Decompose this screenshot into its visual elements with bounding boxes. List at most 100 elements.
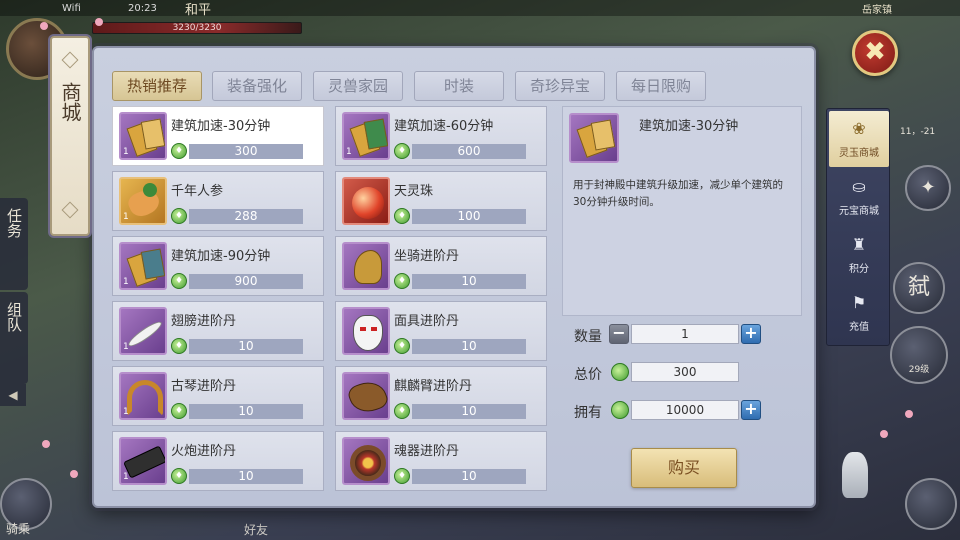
item-name: 麒麟臂进阶丹 [394, 379, 473, 394]
item-name: 魂器进阶丹 [394, 444, 460, 459]
blossom-decoration [40, 22, 48, 30]
tab-treasures[interactable]: 奇珍异宝 [515, 71, 605, 101]
quantity-label: 数量 [574, 329, 602, 345]
shop-item[interactable]: 1 翅膀进阶丹 ♦ 10 [112, 301, 324, 361]
hp-bar: 3230/3230 [92, 22, 302, 34]
blossom-decoration [880, 430, 888, 438]
blossom-decoration [905, 410, 913, 418]
attack-button[interactable] [905, 478, 957, 530]
item-price: 10 [412, 339, 526, 354]
item-price: 10 [412, 404, 526, 419]
jade-coin-icon: ♦ [394, 273, 410, 289]
total-price-label: 总价 [574, 367, 602, 383]
shop-item[interactable]: 天灵珠 ♦ 100 [335, 171, 547, 231]
blossom-decoration [70, 470, 78, 478]
tab-pet-home[interactable]: 灵兽家园 [313, 71, 403, 101]
increase-quantity-button[interactable]: + [741, 324, 761, 344]
item-name: 建筑加速-30分钟 [171, 119, 271, 134]
item-price: 10 [412, 469, 526, 484]
item-name: 建筑加速-90分钟 [171, 249, 271, 264]
item-name: 翅膀进阶丹 [171, 314, 237, 329]
team-tab[interactable]: 组队 [0, 292, 28, 384]
mount-label: 骑乘 [6, 522, 31, 536]
pk-mode-label[interactable]: 和平 [185, 0, 211, 18]
side-tab-label: 灵玉商城 [839, 148, 879, 159]
shuriken-skill-icon[interactable]: ✦ [905, 165, 951, 211]
shop-title-scroll: 商城 [50, 36, 90, 236]
blossom-decoration [42, 440, 50, 448]
side-tab-ingot-shop[interactable]: ⛀ 元宝商城 [829, 169, 889, 225]
jade-coin-icon [611, 401, 629, 419]
feather-icon: 1 [119, 307, 167, 355]
shop-item[interactable]: 面具进阶丹 ♦ 10 [335, 301, 547, 361]
item-name: 建筑加速-60分钟 [394, 119, 494, 134]
item-price: 10 [189, 404, 303, 419]
jade-icon: ❀ [852, 119, 866, 138]
owned-value: 10000 [631, 400, 739, 420]
horse-icon [342, 242, 390, 290]
status-bar: Wifi 20:23 和平 岳家镇 [0, 0, 960, 18]
shop-item[interactable]: 魂器进阶丹 ♦ 10 [335, 431, 547, 491]
jade-coin-icon: ♦ [394, 403, 410, 419]
side-tab-recharge[interactable]: ⚑ 充值 [829, 285, 889, 341]
jade-coin-icon: ♦ [171, 468, 187, 484]
task-tab[interactable]: 任务 [0, 198, 28, 290]
lock-level-label: 29级 [908, 365, 930, 375]
close-button[interactable]: ✖ [852, 30, 898, 76]
tab-equip-enhance[interactable]: 装备强化 [212, 71, 302, 101]
detail-description: 用于封神殿中建筑升级加速，减少单个建筑的30分钟升级时间。 [573, 179, 783, 208]
shop-item[interactable]: 1 千年人参 ♦ 288 [112, 171, 324, 231]
vase-decoration [842, 452, 868, 498]
blossom-decoration [95, 18, 103, 26]
item-price: 10 [189, 339, 303, 354]
points-bag-icon: ♜ [851, 235, 867, 254]
jade-coin-icon: ♦ [171, 143, 187, 159]
quantity-input[interactable]: 1 [631, 324, 739, 344]
item-detail-panel: 建筑加速-30分钟 用于封神殿中建筑升级加速，减少单个建筑的30分钟升级时间。 [562, 106, 802, 316]
collapse-arrow-icon[interactable]: ◀ [0, 384, 26, 406]
shop-title: 商城 [58, 82, 82, 122]
item-price: 100 [412, 209, 526, 224]
tab-daily-limited[interactable]: 每日限购 [616, 71, 706, 101]
task-tab-label: 任务 [5, 208, 23, 238]
shop-item[interactable]: 1 古琴进阶丹 ♦ 10 [112, 366, 324, 426]
total-price-value: 300 [631, 362, 739, 382]
jade-coin-icon: ♦ [394, 338, 410, 354]
scroll-icon [569, 113, 619, 163]
shop-item[interactable]: 1 建筑加速-30分钟 ♦ 300 [112, 106, 324, 166]
side-tab-points[interactable]: ♜ 积分 [829, 227, 889, 283]
friend-label[interactable]: 好友 [244, 521, 268, 538]
side-tab-label: 积分 [849, 264, 869, 275]
buy-button[interactable]: 购买 [631, 448, 737, 488]
tab-fashion[interactable]: 时装 [414, 71, 504, 101]
kill-button[interactable]: 弑 [893, 262, 945, 314]
ginseng-icon: 1 [119, 177, 167, 225]
item-price: 288 [189, 209, 303, 224]
scroll-icon: 1 [119, 112, 167, 160]
decrease-quantity-button[interactable]: − [609, 324, 629, 344]
ingot-icon: ⛀ [852, 177, 866, 196]
shop-item[interactable]: 麒麟臂进阶丹 ♦ 10 [335, 366, 547, 426]
item-price: 900 [189, 274, 303, 289]
shop-item[interactable]: 坐骑进阶丹 ♦ 10 [335, 236, 547, 296]
item-price: 600 [412, 144, 526, 159]
diamond-ornament-icon [61, 201, 79, 219]
shop-item[interactable]: 1 建筑加速-90分钟 ♦ 900 [112, 236, 324, 296]
map-coordinates: 11，-21 [900, 127, 936, 137]
side-tab-label: 充值 [849, 322, 869, 333]
pearl-icon [342, 177, 390, 225]
item-price: 10 [189, 469, 303, 484]
diamond-ornament-icon [61, 51, 79, 69]
close-icon: ✖ [864, 37, 886, 67]
item-name: 古琴进阶丹 [171, 379, 237, 394]
shop-item[interactable]: 1 火炮进阶丹 ♦ 10 [112, 431, 324, 491]
shop-item[interactable]: 1 建筑加速-60分钟 ♦ 600 [335, 106, 547, 166]
item-name: 火炮进阶丹 [171, 444, 237, 459]
owned-label: 拥有 [574, 405, 602, 421]
recharge-plus-button[interactable]: + [741, 400, 761, 420]
side-tab-jade-shop[interactable]: ❀ 灵玉商城 [829, 111, 889, 167]
locked-skill-slot[interactable]: 29级 [890, 326, 948, 384]
jade-coin-icon: ♦ [394, 143, 410, 159]
cannon-icon: 1 [119, 437, 167, 485]
tab-hot[interactable]: 热销推荐 [112, 71, 202, 101]
